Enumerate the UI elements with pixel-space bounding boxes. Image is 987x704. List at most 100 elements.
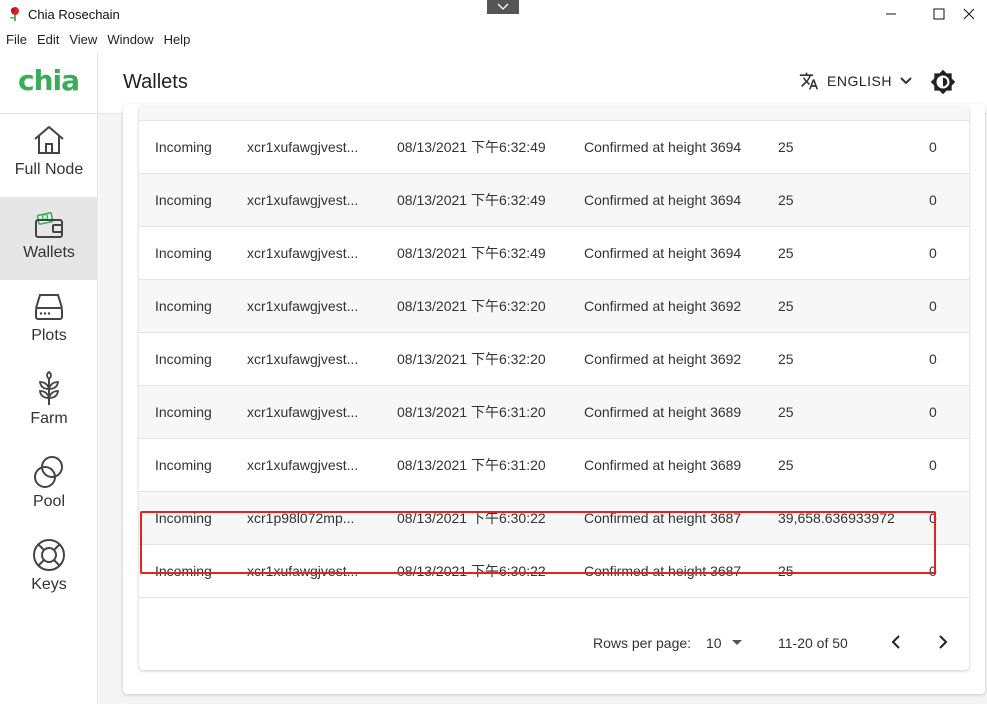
transaction-status: Confirmed at height 3689 — [584, 457, 742, 473]
minimize-icon — [886, 13, 896, 15]
transaction-date: 08/13/2021 下午6:32:20 — [397, 351, 546, 367]
transaction-address: xcr1xufawgjvest... — [247, 245, 359, 261]
sidebar-item-label: Keys — [31, 576, 67, 593]
transaction-fee: 0 — [929, 106, 937, 121]
transaction-type: Incoming — [155, 298, 212, 314]
language-selector[interactable]: ENGLISH — [799, 71, 912, 91]
transaction-status: Confirmed at height 3694 — [584, 245, 742, 261]
transaction-type: Incoming — [155, 457, 212, 473]
window-titlebar: Chia Rosechain — [0, 0, 987, 28]
wallet-icon — [35, 212, 63, 238]
chevron-down-icon — [900, 77, 912, 85]
transaction-fee: 0 — [929, 192, 937, 208]
transaction-fee: 0 — [929, 510, 937, 526]
sidebar-item-label: Pool — [32, 493, 66, 510]
table-row[interactable]: Incoming xcr1p98l072mp... 08/13/2021 下午6:3… — [139, 492, 969, 545]
table-row[interactable]: Incoming xcr1xufawgjvest... 08/13/2021 下午6… — [139, 333, 969, 386]
collapse-menu-toggle[interactable] — [487, 0, 519, 14]
transaction-amount: 25 — [778, 298, 794, 314]
transaction-address: xcr1xufawgjvest... — [247, 457, 359, 473]
next-page-button[interactable] — [931, 630, 955, 654]
hard-drive-icon — [35, 294, 63, 320]
transaction-amount: 25 — [778, 245, 794, 261]
table-pagination: Rows per page: 10 11-20 of 50 — [139, 616, 969, 670]
sidebar-item-full-node[interactable]: Full Node — [0, 114, 98, 197]
rows-per-page-select[interactable]: 10 — [706, 635, 742, 651]
menu-window[interactable]: Window — [107, 28, 153, 52]
transaction-date: 08/13/2021 下午6:31:20 — [397, 457, 546, 473]
rows-per-page-value: 10 — [706, 635, 722, 651]
logo-area: chia — [0, 52, 98, 114]
table-row[interactable]: Incoming xcr1xufawgjvest... 08/13/2021 下午6… — [139, 227, 969, 280]
transaction-date: 08/13/2021 下午6:32:20 — [397, 298, 546, 314]
transaction-address: xcr1xufawgjvest... — [247, 404, 359, 420]
transaction-address: xcr1xufawgjvest... — [247, 192, 359, 208]
transaction-type: Incoming — [155, 245, 212, 261]
table-row[interactable]: Incoming xcr1xufawgjvest... 08/13/2021 下午6… — [139, 174, 969, 227]
table-row[interactable]: Incoming xcr1xufawgjvest... 08/13/2021 下午6… — [139, 439, 969, 492]
language-label: ENGLISH — [827, 73, 892, 89]
transaction-amount: 25 — [778, 139, 794, 155]
chevron-left-icon — [891, 635, 900, 649]
table-row[interactable]: Incoming xcr1xufawgjvest... 08/13/2021 下午6… — [139, 280, 969, 333]
theme-toggle-button[interactable] — [930, 69, 956, 95]
transaction-date: 08/13/2021 下午6:32:49 — [397, 245, 546, 261]
menu-view[interactable]: View — [69, 28, 97, 52]
transaction-fee: 0 — [929, 139, 937, 155]
sidebar-item-plots[interactable]: Plots — [0, 280, 98, 363]
transaction-date: 08/13/2021 下午6:32:49 — [397, 139, 546, 155]
transaction-address: xcr1xufawgjvest... — [247, 139, 359, 155]
transaction-amount: 25 — [778, 192, 794, 208]
transaction-type: Incoming — [155, 192, 212, 208]
close-icon — [963, 8, 975, 20]
chia-logo[interactable]: chia — [18, 64, 80, 97]
sidebar-item-wallets[interactable]: Wallets — [0, 197, 98, 280]
sidebar: Full Node Wallets Plots Farm Pool Keys — [0, 114, 98, 704]
transaction-amount: 25 — [778, 457, 794, 473]
menu-bar: File Edit View Window Help — [0, 28, 200, 52]
transaction-address: xcr1xufawgjvest... — [247, 106, 358, 121]
maximize-icon — [933, 8, 945, 20]
sidebar-item-label: Plots — [31, 327, 67, 344]
sidebar-item-label: Farm — [30, 410, 68, 427]
chevron-right-icon — [939, 635, 948, 649]
transaction-status: Confirmed at height 3697 — [584, 106, 741, 121]
sidebar-item-farm[interactable]: Farm — [0, 363, 98, 446]
transaction-date: 08/13/2021 下午6:30:22 — [397, 510, 546, 526]
brightness-icon — [930, 69, 956, 95]
transaction-date: 08/13/2021 下午6:30:22 — [397, 563, 546, 579]
transaction-type: Incoming — [155, 563, 212, 579]
transaction-fee: 0 — [929, 404, 937, 420]
page-title: Wallets — [123, 71, 188, 93]
chevron-down-icon — [497, 3, 509, 10]
sidebar-item-label: Wallets — [23, 244, 75, 261]
transaction-type: Incoming — [155, 404, 212, 420]
menu-file[interactable]: File — [6, 28, 27, 52]
table-row[interactable]: Incoming xcr1xufawgjvest... 08/13/2021 下午6… — [139, 106, 969, 121]
sidebar-item-pool[interactable]: Pool — [0, 446, 98, 529]
transaction-status: Confirmed at height 3694 — [584, 139, 742, 155]
close-button[interactable] — [946, 0, 987, 28]
sprout-icon — [38, 371, 60, 405]
transaction-amount: 25 — [778, 106, 794, 121]
transaction-status: Confirmed at height 3692 — [584, 351, 742, 367]
lifebuoy-icon — [33, 539, 65, 571]
transaction-date: 08/13/2021 下午6:33:30 — [397, 106, 546, 121]
previous-page-button[interactable] — [884, 630, 908, 654]
pool-icon — [34, 456, 63, 488]
table-row[interactable]: Incoming xcr1xufawgjvest... 08/13/2021 下午6… — [139, 121, 969, 174]
transaction-fee: 0 — [929, 457, 937, 473]
transaction-amount: 39,658.636933972 — [778, 510, 895, 526]
rows-per-page-label: Rows per page: — [593, 635, 692, 651]
menu-edit[interactable]: Edit — [37, 28, 59, 52]
sidebar-item-label: Full Node — [14, 161, 84, 178]
menu-help[interactable]: Help — [164, 28, 191, 52]
transaction-fee: 0 — [929, 245, 937, 261]
main-content: Incoming xcr1xufawgjvest... 08/13/2021 下午6… — [99, 104, 987, 704]
sidebar-item-keys[interactable]: Keys — [0, 529, 98, 612]
table-row[interactable]: Incoming xcr1xufawgjvest... 08/13/2021 下午6… — [139, 545, 969, 598]
transaction-amount: 25 — [778, 351, 794, 367]
table-row[interactable]: Incoming xcr1xufawgjvest... 08/13/2021 下午6… — [139, 386, 969, 439]
minimize-button[interactable] — [868, 0, 914, 28]
rose-icon — [10, 7, 19, 21]
